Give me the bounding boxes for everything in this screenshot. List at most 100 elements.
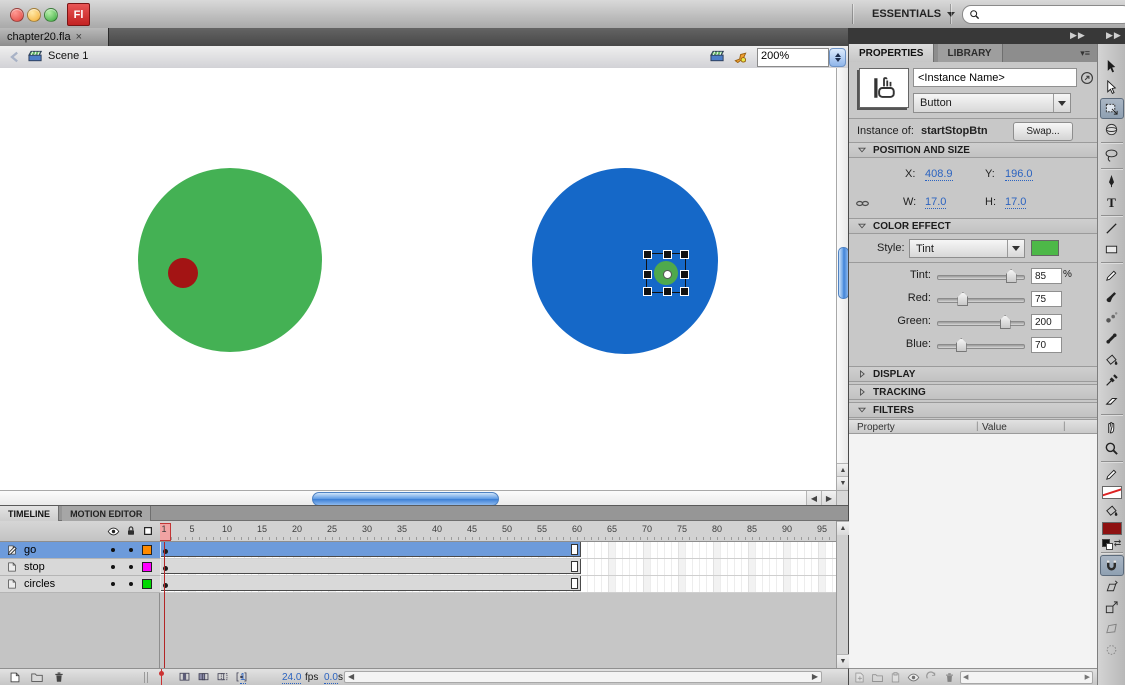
layer-visibility-dot[interactable] xyxy=(111,548,115,552)
text-tool[interactable]: T xyxy=(1100,192,1124,213)
filters-list-area[interactable] xyxy=(849,434,1098,669)
section-display[interactable]: DISPLAY xyxy=(849,366,1098,382)
lock-all-icon[interactable] xyxy=(125,525,137,537)
snap-to-objects-toggle[interactable] xyxy=(1100,555,1124,576)
tab-library[interactable]: LIBRARY xyxy=(938,44,1003,62)
enable-filter-button[interactable] xyxy=(907,671,920,684)
transform-handle-sw[interactable] xyxy=(643,287,652,296)
collapse-panels-icon[interactable]: ▶▶ xyxy=(1070,30,1086,41)
eraser-tool[interactable] xyxy=(1100,391,1124,412)
edit-symbols-button[interactable] xyxy=(733,49,748,64)
y-value[interactable]: 196.0 xyxy=(1005,168,1033,181)
frame-span[interactable] xyxy=(161,576,581,591)
add-filter-button[interactable] xyxy=(853,671,866,684)
direct-selection-icon[interactable] xyxy=(1080,71,1094,85)
timeline-scroll-up[interactable]: ▲ xyxy=(837,521,849,535)
layer-lock-dot[interactable] xyxy=(129,565,133,569)
free-transform-tool[interactable] xyxy=(1100,98,1124,119)
new-layer-button[interactable] xyxy=(8,670,22,684)
red-dot[interactable] xyxy=(168,258,198,288)
presets-folder-button[interactable] xyxy=(871,671,884,684)
slider-thumb[interactable] xyxy=(957,292,968,306)
panel-menu-icon[interactable]: ▾≡ xyxy=(1080,48,1090,59)
layer-name[interactable]: stop xyxy=(24,561,45,573)
close-window-button[interactable] xyxy=(10,8,24,22)
timeline-scroll-down[interactable]: ▼ xyxy=(837,654,849,668)
outline-all-icon[interactable] xyxy=(142,525,154,537)
swap-colors-icon[interactable]: ⇄ xyxy=(1114,538,1122,549)
fill-color-swatch[interactable] xyxy=(1102,522,1122,535)
timeline-horizontal-scrollbar[interactable]: ◀▶ xyxy=(344,671,822,683)
slider-track[interactable] xyxy=(937,298,1025,303)
lock-aspect-icon[interactable] xyxy=(855,196,870,211)
onion-skin-button[interactable] xyxy=(197,670,210,683)
clipboard-button[interactable] xyxy=(889,671,902,684)
back-arrow-icon[interactable] xyxy=(8,50,22,64)
scale-option[interactable] xyxy=(1100,597,1124,618)
rotation-3d-tool[interactable] xyxy=(1100,119,1124,140)
swap-button[interactable]: Swap... xyxy=(1013,122,1073,141)
section-filters[interactable]: FILTERS xyxy=(849,402,1098,418)
color-defaults-swap[interactable]: ⇄ xyxy=(1102,536,1122,550)
search-box[interactable] xyxy=(962,5,1125,24)
frame-rate-value[interactable]: 24.0 xyxy=(282,672,301,684)
slider-value[interactable]: 75 xyxy=(1031,291,1062,307)
frame-span[interactable] xyxy=(161,542,581,557)
line-tool[interactable] xyxy=(1100,218,1124,239)
w-value[interactable]: 17.0 xyxy=(925,196,946,209)
hand-tool[interactable] xyxy=(1100,417,1124,438)
envelope-option[interactable] xyxy=(1100,639,1124,660)
layer-row-circles[interactable]: circles xyxy=(0,576,160,593)
document-tab[interactable]: chapter20.fla × xyxy=(0,28,109,46)
lasso-tool[interactable] xyxy=(1100,145,1124,166)
stage-canvas[interactable] xyxy=(0,68,836,490)
distort-option[interactable] xyxy=(1100,618,1124,639)
layer-color-swatch[interactable] xyxy=(142,562,152,572)
reset-filter-button[interactable] xyxy=(925,671,938,684)
brush-tool[interactable] xyxy=(1100,286,1124,307)
elapsed-time-value[interactable]: 0.0 xyxy=(324,672,338,684)
search-input[interactable] xyxy=(984,8,1125,22)
filters-scrollbar[interactable]: ◀▶ xyxy=(960,671,1093,684)
tab-timeline[interactable]: TIMELINE xyxy=(0,506,59,521)
stroke-color-swatch[interactable] xyxy=(1102,486,1122,499)
slider-thumb[interactable] xyxy=(1006,269,1017,283)
zoom-window-button[interactable] xyxy=(44,8,58,22)
transform-handle-w[interactable] xyxy=(643,270,652,279)
transform-handle-ne[interactable] xyxy=(680,250,689,259)
slider-value[interactable]: 70 xyxy=(1031,337,1062,353)
green-circle[interactable] xyxy=(138,168,322,352)
scroll-left-button[interactable]: ◀ xyxy=(806,491,821,506)
eyedropper-tool[interactable] xyxy=(1100,370,1124,391)
slider-value[interactable]: 200 xyxy=(1031,314,1062,330)
layer-row-stop[interactable]: stop xyxy=(0,559,160,576)
timeline-vertical-scrollbar[interactable]: ▲ ▼ xyxy=(836,521,848,668)
layer-color-swatch[interactable] xyxy=(142,579,152,589)
h-value[interactable]: 17.0 xyxy=(1005,196,1026,209)
tab-properties[interactable]: PROPERTIES xyxy=(849,44,934,62)
layer-visibility-dot[interactable] xyxy=(111,565,115,569)
slider-value[interactable]: 85 xyxy=(1031,268,1062,284)
transform-handle-e[interactable] xyxy=(680,270,689,279)
frame-span[interactable] xyxy=(161,559,581,574)
stage-horizontal-scrollbar[interactable]: ◀ ▶ xyxy=(0,490,836,506)
frames-row-go[interactable] xyxy=(160,542,836,559)
zoom-stepper[interactable] xyxy=(829,48,846,67)
transform-point[interactable] xyxy=(663,270,672,279)
fill-color-button[interactable] xyxy=(1100,500,1124,521)
bone-tool[interactable] xyxy=(1100,328,1124,349)
frames-row-stop[interactable] xyxy=(160,559,836,576)
section-position-and-size[interactable]: POSITION AND SIZE xyxy=(849,142,1098,158)
workspace-switcher[interactable]: ESSENTIALS xyxy=(864,5,963,23)
breadcrumb[interactable]: Scene 1 xyxy=(48,50,88,62)
layer-name[interactable]: circles xyxy=(24,578,55,590)
close-tab-icon[interactable]: × xyxy=(76,32,82,43)
rectangle-tool[interactable] xyxy=(1100,239,1124,260)
transform-handle-se[interactable] xyxy=(680,287,689,296)
frames-row-circles[interactable] xyxy=(160,576,836,593)
deco-tool[interactable] xyxy=(1100,307,1124,328)
section-color-effect[interactable]: COLOR EFFECT xyxy=(849,218,1098,234)
layer-row-go[interactable]: go xyxy=(0,542,160,559)
layer-lock-dot[interactable] xyxy=(129,548,133,552)
slider-track[interactable] xyxy=(937,321,1025,326)
